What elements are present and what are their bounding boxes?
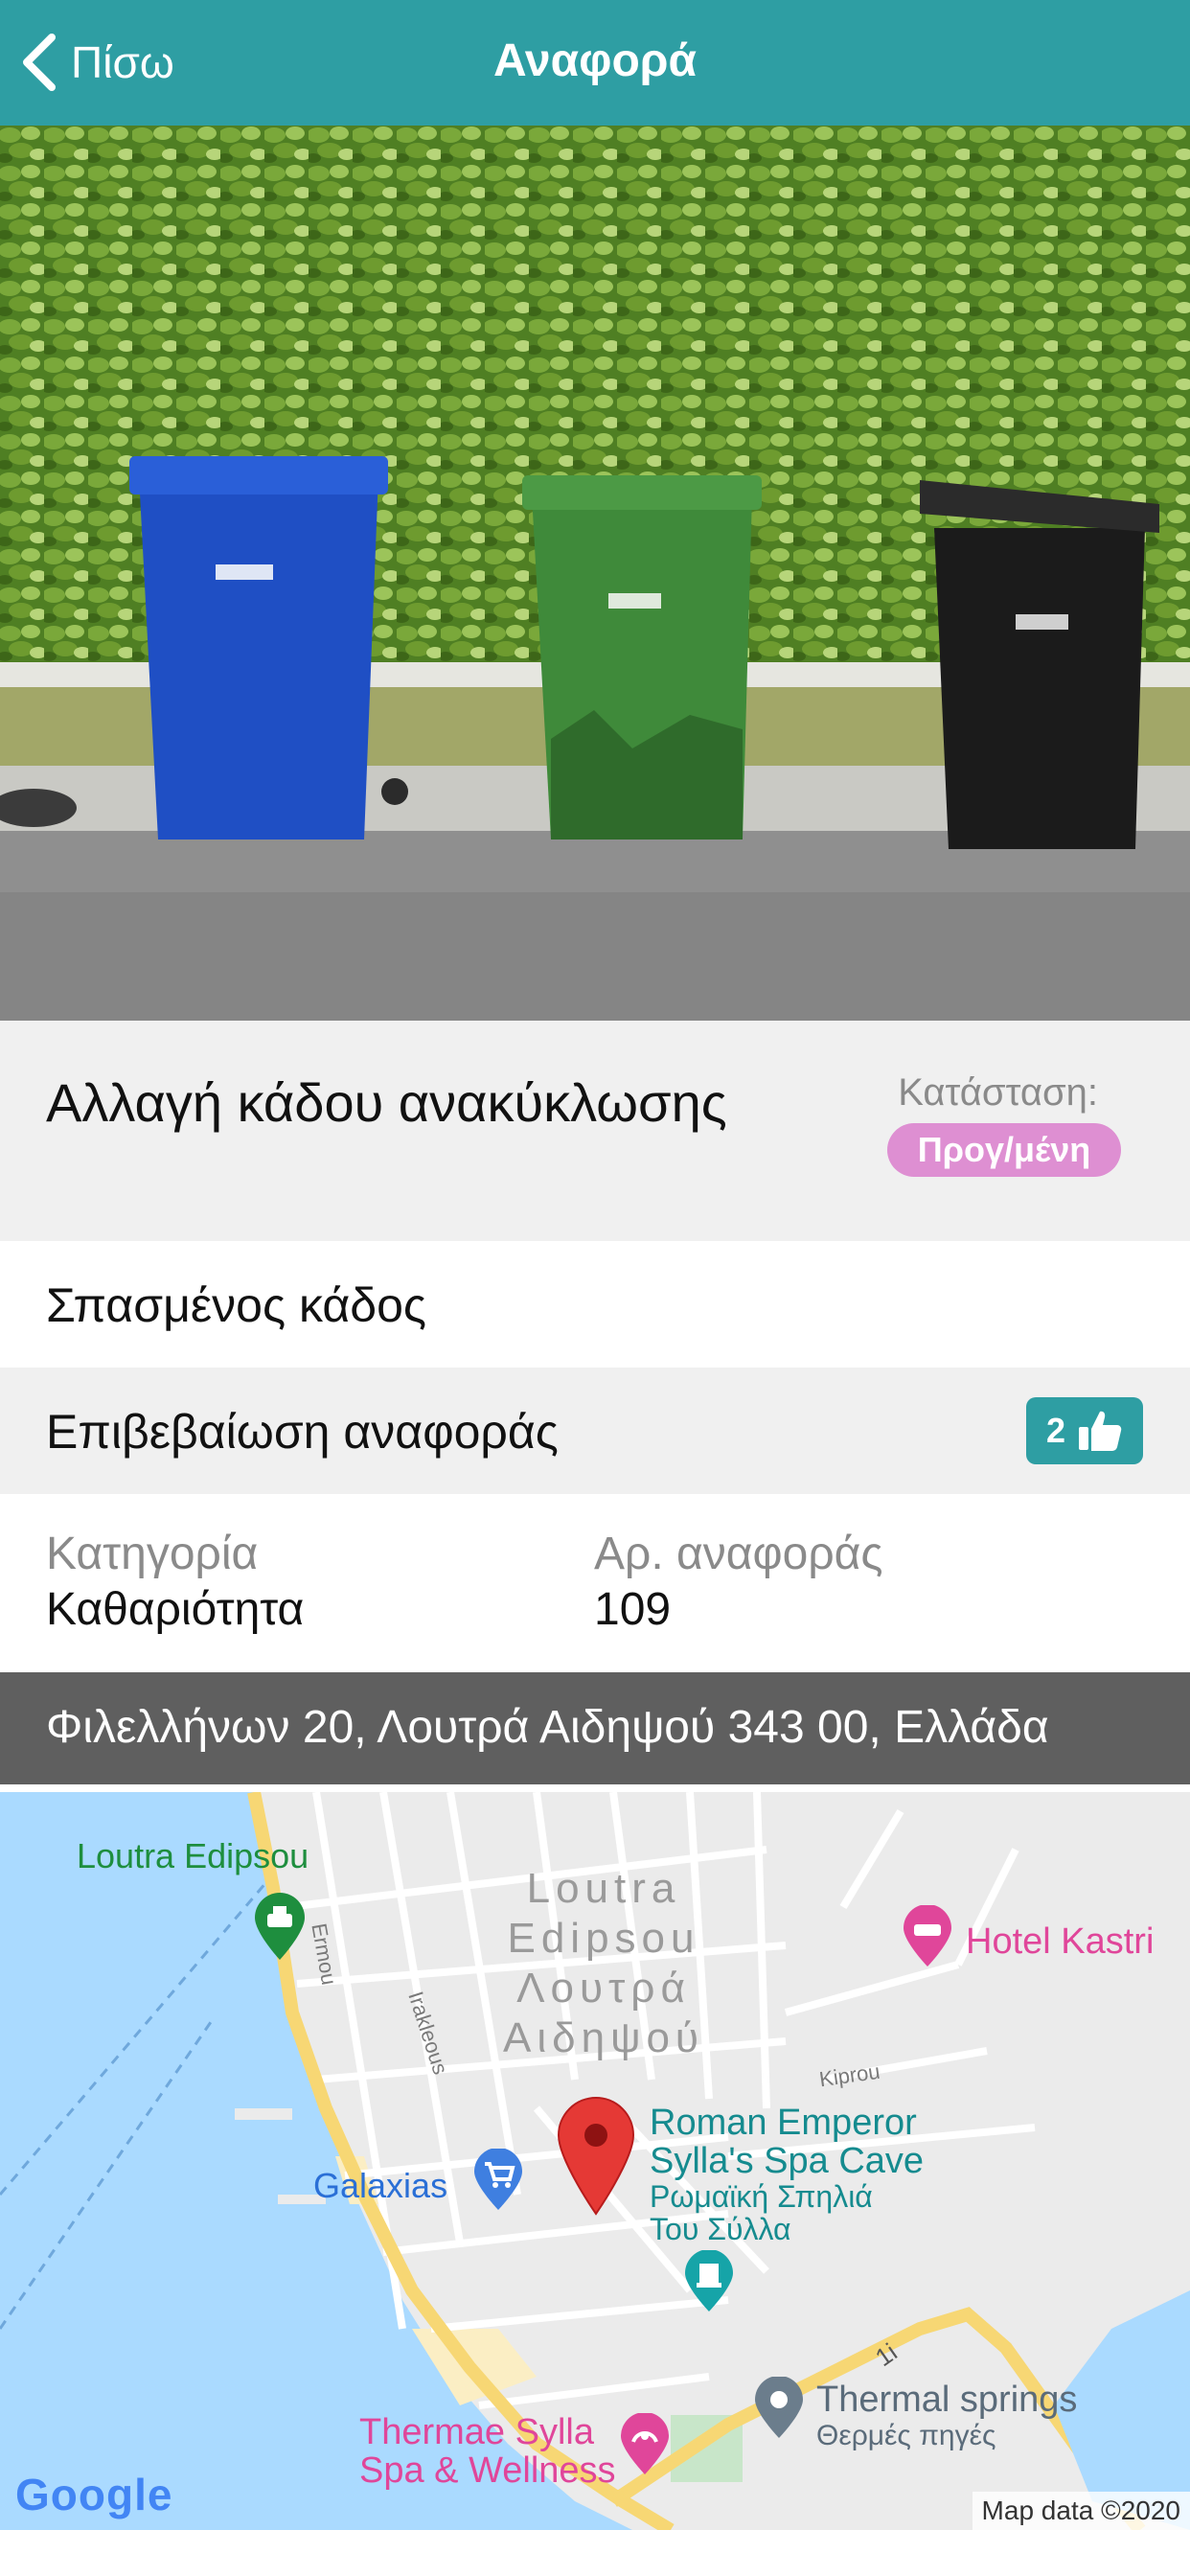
report-number-label: Αρ. αναφοράς [594,1529,883,1579]
map-label-thermal-springs-gr: Θερμές πηγές [816,2420,996,2451]
category-block: Κατηγορία Καθαριότητα [46,1527,304,1638]
map-label-ferry: Loutra Edipsou [77,1836,309,1875]
town-label-line3: Λουτρά [516,1965,691,2012]
attraction-icon[interactable] [752,2376,806,2445]
status-label: Κατάσταση: [898,1071,1098,1114]
map-label-town: Loutra Edipsou Λουτρά Αιδηψού [460,1864,747,2063]
map-label-spa-cave: Roman Emperor Sylla's Spa Cave [650,2104,924,2180]
spa-cave-line2: Sylla's Spa Cave [650,2141,925,2181]
spa-icon[interactable] [618,2412,672,2481]
confirm-count: 2 [1045,1411,1066,1450]
confirm-report-label: Επιβεβαίωση αναφοράς [46,1405,559,1459]
shopping-cart-icon[interactable] [471,2148,525,2217]
map-label-thermae: Thermae Sylla Spa & Wellness [359,2413,616,2490]
town-label-line2: Edipsou [507,1915,700,1962]
spa-cave-line1: Roman Emperor [650,2103,917,2143]
map-attribution: Map data ©2020 [972,2492,1190,2530]
back-label: Πίσω [71,37,174,87]
confirm-report-row: Επιβεβαίωση αναφοράς 2 [0,1368,1190,1494]
landmark-icon[interactable] [682,2249,736,2318]
spa-cave-gr-line1: Ρωμαϊκή Σπηλιά [650,2179,873,2214]
back-button[interactable]: Πίσω [19,29,174,96]
description-row: Σπασμένος κάδος [0,1241,1190,1368]
map-label-thermal-springs: Thermal springs [816,2380,1078,2420]
hotel-icon[interactable] [901,1904,954,1973]
category-label: Κατηγορία [46,1529,259,1579]
chevron-left-icon [23,34,56,91]
ferry-icon[interactable] [251,1893,309,1966]
address-bar: Φιλελλήνων 20, Λουτρά Αιδηψού 343 00, Ελ… [0,1672,1190,1784]
town-label-line1: Loutra [526,1865,681,1912]
spa-cave-gr-line2: Του Σύλλα [650,2212,791,2246]
page-title: Αναφορά [493,35,697,86]
report-number-block: Αρ. αναφοράς 109 [594,1527,883,1638]
report-header: Αλλαγή κάδου ανακύκλωσης Κατάσταση: Προγ… [0,1021,1190,1241]
map-label-hotel: Hotel Kastri [966,1921,1155,1962]
map-label-spa-cave-gr: Ρωμαϊκή Σπηλιά Του Σύλλα [650,2180,873,2245]
report-photo[interactable] [0,126,1190,1021]
google-logo: Google [15,2469,172,2520]
report-title: Αλλαγή κάδου ανακύκλωσης [46,1072,727,1133]
address-text: Φιλελλήνων 20, Λουτρά Αιδηψού 343 00, Ελ… [46,1702,1049,1753]
report-number-value: 109 [594,1584,672,1635]
report-meta: Κατηγορία Καθαριότητα Αρ. αναφοράς 109 [0,1494,1190,1672]
location-map[interactable]: Loutra Edipsou Loutra Edipsou Λουτρά Αιδ… [0,1792,1190,2530]
thermae-line2: Spa & Wellness [359,2450,616,2491]
navigation-bar: Πίσω Αναφορά [0,0,1190,126]
thumbs-up-icon [1079,1411,1122,1451]
map-pin-icon[interactable] [556,2097,636,2220]
status-badge: Προγ/μένη [887,1123,1121,1177]
confirm-report-button[interactable]: 2 [1026,1397,1143,1464]
bottom-spacer [0,2530,1190,2576]
map-label-galaxias: Galaxias [313,2166,448,2205]
town-label-line4: Αιδηψού [503,2014,704,2061]
category-value: Καθαριότητα [46,1584,305,1635]
report-description: Σπασμένος κάδος [46,1278,426,1332]
google-logo-text: Google [15,2470,173,2519]
thermae-line1: Thermae Sylla [359,2412,594,2452]
